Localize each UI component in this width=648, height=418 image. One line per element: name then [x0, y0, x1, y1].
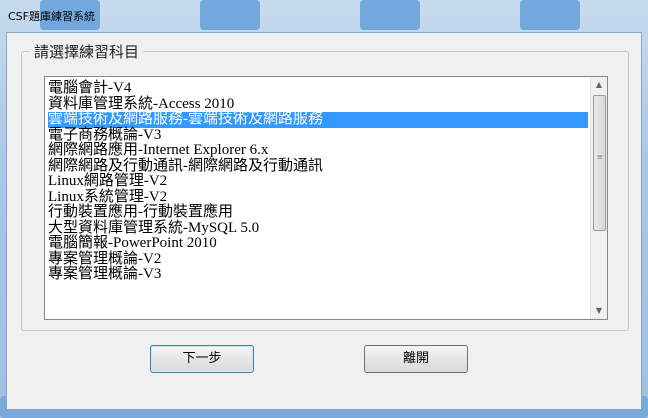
scroll-down-icon[interactable]: ▼ [591, 303, 607, 319]
title-bar[interactable]: CSF題庫練習系統 [0, 0, 648, 34]
list-item[interactable]: 雲端技術及網路服務-雲端技術及網路服務 [48, 111, 588, 128]
list-item[interactable]: 專案管理概論-V2 [48, 251, 588, 268]
subject-groupbox: 請選擇練習科目 電腦會計-V4 資料庫管理系統-Access 2010 雲端技術及網… [21, 41, 629, 331]
list-item[interactable]: 網際網路應用-Internet Explorer 6.x [48, 142, 588, 159]
list-item[interactable]: 大型資料庫管理系統-MySQL 5.0 [48, 220, 588, 237]
scroll-thumb[interactable]: ≡ [593, 95, 606, 231]
vertical-scrollbar[interactable]: ▲ ≡ ▼ [590, 77, 607, 319]
subject-listbox[interactable]: 電腦會計-V4 資料庫管理系統-Access 2010 雲端技術及網路服務-雲端技術… [44, 76, 608, 320]
grip-icon: ≡ [597, 153, 603, 161]
window-title: CSF題庫練習系統 [8, 10, 95, 23]
list-item[interactable]: 行動裝置應用-行動裝置應用 [48, 204, 588, 221]
list-item[interactable]: 電腦簡報-PowerPoint 2010 [48, 235, 588, 252]
list-item[interactable]: 專案管理概論-V3 [48, 266, 588, 283]
list-item[interactable]: 資料庫管理系統-Access 2010 [48, 96, 588, 113]
next-button[interactable]: 下一步 [150, 345, 254, 373]
subject-list: 電腦會計-V4 資料庫管理系統-Access 2010 雲端技術及網路服務-雲端技術… [48, 80, 588, 283]
list-item[interactable]: 電腦會計-V4 [48, 80, 588, 97]
app-window: CSF題庫練習系統 請選擇練習科目 電腦會計-V4 資料庫管理系統-Access … [0, 0, 648, 418]
scroll-up-icon[interactable]: ▲ [591, 77, 607, 93]
exit-button[interactable]: 離開 [364, 345, 468, 373]
list-item[interactable]: 網際網路及行動通訊-網際網路及行動通訊 [48, 158, 588, 175]
list-item[interactable]: Linux系統管理-V2 [48, 189, 588, 206]
dialog-client-area: 請選擇練習科目 電腦會計-V4 資料庫管理系統-Access 2010 雲端技術及網… [6, 32, 642, 410]
list-item[interactable]: Linux網路管理-V2 [48, 173, 588, 190]
groupbox-legend: 請選擇練習科目 [30, 41, 144, 62]
list-item[interactable]: 電子商務概論-V3 [48, 127, 588, 144]
